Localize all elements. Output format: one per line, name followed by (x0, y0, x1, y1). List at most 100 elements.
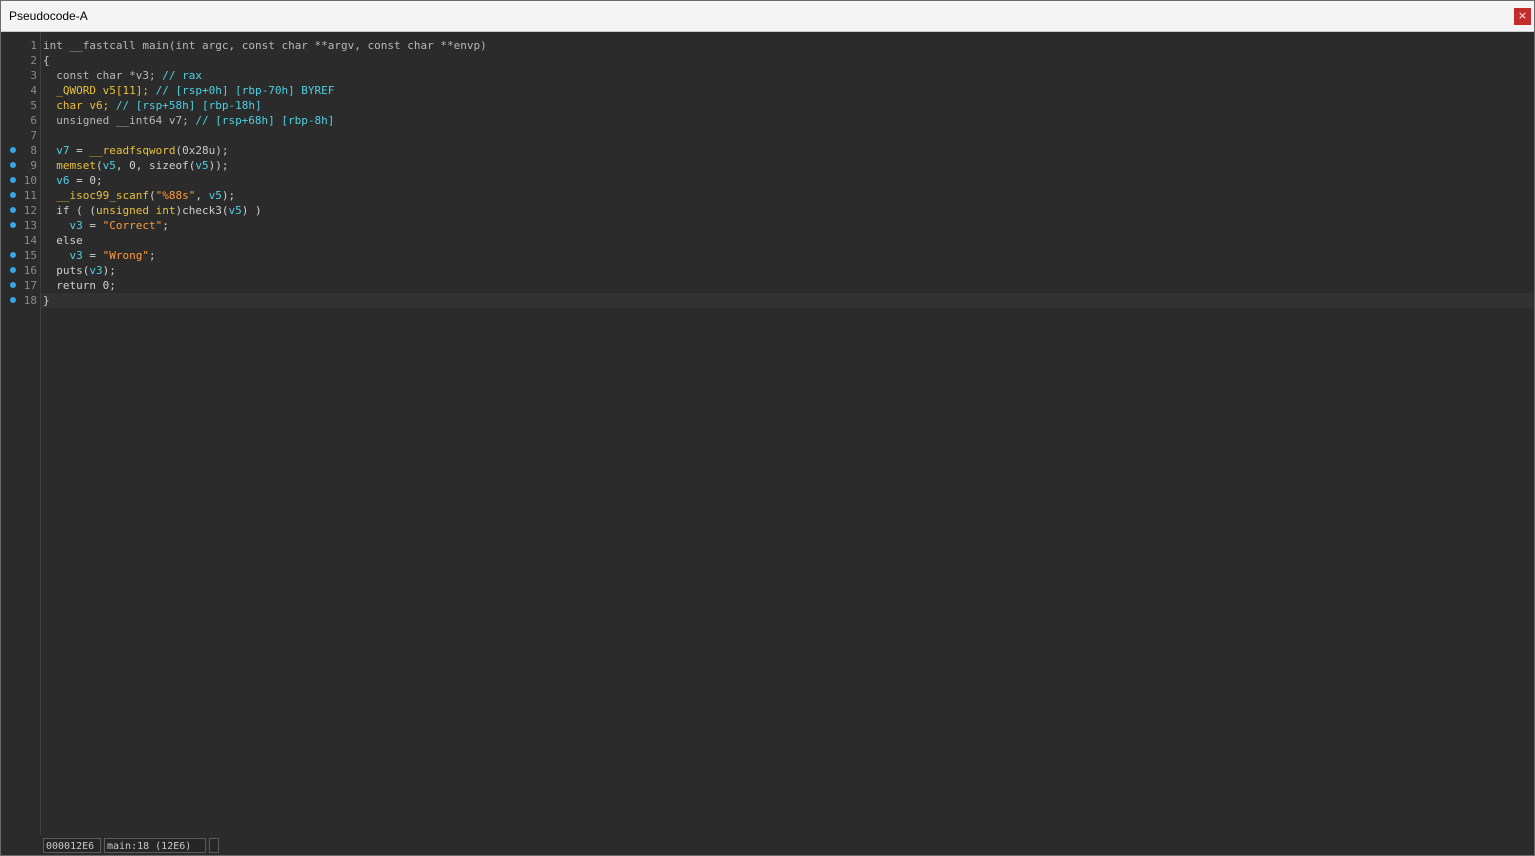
code-token: = 0; (69, 174, 103, 187)
code-token: ); (102, 264, 116, 277)
line-number: 16 (23, 264, 37, 277)
code-type: _QWORD (56, 84, 96, 97)
code-token: ; (162, 219, 169, 232)
pseudocode-window: Pseudocode-A × 1 2 3 4 5 6 7 8 9 10 11 1… (0, 0, 1535, 856)
breakpoint-dot-icon[interactable] (10, 177, 16, 183)
code-function: __isoc99_scanf (56, 189, 149, 202)
line-number: 6 (30, 114, 37, 127)
code-variable: v6 (56, 174, 70, 187)
code-comment: // rax (162, 69, 202, 82)
code-token: ; (148, 249, 156, 262)
status-address: 000012E6 (43, 838, 101, 853)
gutter-row: 6 (1, 113, 40, 128)
gutter-row: 13 (1, 218, 40, 233)
status-location: main:18 (12E6) (104, 838, 206, 853)
breakpoint-dot-icon[interactable] (10, 147, 16, 153)
code-variable: v5[11]; (102, 84, 149, 97)
breakpoint-dot-icon[interactable] (10, 192, 16, 198)
gutter-row: 17 (1, 278, 40, 293)
code-token: else (56, 234, 83, 247)
gutter-row: 4 (1, 83, 40, 98)
title-bar[interactable]: Pseudocode-A × (1, 1, 1534, 32)
code-token: , 0, sizeof( (115, 159, 196, 172)
close-button[interactable]: × (1514, 8, 1531, 25)
breakpoint-dot-icon[interactable] (10, 252, 16, 258)
line-number: 7 (30, 129, 37, 142)
code-variable: v3 (69, 249, 83, 262)
code-function: __readfsqword (89, 144, 176, 157)
code-token: if ( ( (56, 204, 96, 217)
code-token: main (142, 39, 169, 52)
line-number: 14 (23, 234, 37, 247)
gutter-row: 10 (1, 173, 40, 188)
breakpoint-dot-icon[interactable] (10, 282, 16, 288)
breakpoint-dot-icon[interactable] (10, 162, 16, 168)
status-extra (209, 838, 219, 853)
line-number: 13 (23, 219, 37, 232)
code-token: , (195, 189, 209, 202)
line-number: 9 (30, 159, 37, 172)
gutter-row: 2 (1, 53, 40, 68)
code-variable: v3 (89, 264, 103, 277)
breakpoint-dot-icon[interactable] (10, 267, 16, 273)
line-number: 1 (30, 39, 37, 52)
line-number: 11 (23, 189, 37, 202)
gutter-row: 9 (1, 158, 40, 173)
gutter-row: 18 (1, 293, 40, 308)
gutter-row: 15 (1, 248, 40, 263)
code-token: )); (208, 159, 229, 172)
code-token: ) ) (241, 204, 262, 217)
gutter-row: 3 (1, 68, 40, 83)
code-token: unsigned __int64 v7; (56, 114, 189, 127)
code-token: return 0; (56, 279, 116, 292)
line-number: 8 (30, 144, 37, 157)
code-token: } (43, 294, 50, 307)
code-token: (0x28u); (175, 144, 229, 157)
code-string: "%88s" (155, 189, 196, 202)
line-number: 5 (30, 99, 37, 112)
code-string: "Wrong" (102, 249, 149, 262)
gutter-row: 8 (1, 143, 40, 158)
code-type: unsigned int (96, 204, 176, 217)
gutter-row: 7 (1, 128, 40, 143)
code-token: int (43, 39, 63, 52)
code-token: { (43, 54, 50, 67)
status-bar: 000012E6 main:18 (12E6) (41, 836, 1534, 855)
line-number: 12 (23, 204, 37, 217)
current-line-highlight (41, 293, 1534, 308)
gutter-row: 14 (1, 233, 40, 248)
pseudocode-editor[interactable]: int __fastcall main(int argc, const char… (41, 32, 1534, 835)
code-variable: v6; (89, 99, 110, 112)
line-number: 17 (23, 279, 37, 292)
code-variable: v7 (56, 144, 70, 157)
code-variable: v5 (228, 204, 242, 217)
code-function: memset (56, 159, 96, 172)
code-token: __fastcall (69, 39, 136, 52)
line-number: 18 (23, 294, 37, 307)
line-number: 15 (23, 249, 37, 262)
code-token: (int argc, const char **argv, const char… (168, 39, 487, 52)
code-token: = (82, 249, 103, 262)
gutter-row: 11 (1, 188, 40, 203)
window-title: Pseudocode-A (9, 9, 88, 23)
code-string: "Correct" (102, 219, 163, 232)
code-comment: // [rsp+68h] [rbp-8h] (195, 114, 335, 127)
code-token: = (69, 144, 90, 157)
code-token: = (82, 219, 103, 232)
breakpoint-dot-icon[interactable] (10, 297, 16, 303)
breakpoint-dot-icon[interactable] (10, 222, 16, 228)
line-number: 2 (30, 54, 37, 67)
code-token: ( (148, 189, 156, 202)
line-number-gutter[interactable]: 1 2 3 4 5 6 7 8 9 10 11 12 13 14 15 16 1… (1, 32, 41, 835)
gutter-row: 12 (1, 203, 40, 218)
code-token: )check3( (175, 204, 229, 217)
code-comment: // [rsp+58h] [rbp-18h] (115, 99, 262, 112)
code-variable: v3 (69, 219, 83, 232)
gutter-row: 5 (1, 98, 40, 113)
code-comment: // [rsp+0h] [rbp-70h] BYREF (155, 84, 335, 97)
gutter-row: 1 (1, 38, 40, 53)
code-token: const char *v3; (56, 69, 156, 82)
line-number: 4 (30, 84, 37, 97)
breakpoint-dot-icon[interactable] (10, 207, 16, 213)
code-variable: v5 (102, 159, 116, 172)
